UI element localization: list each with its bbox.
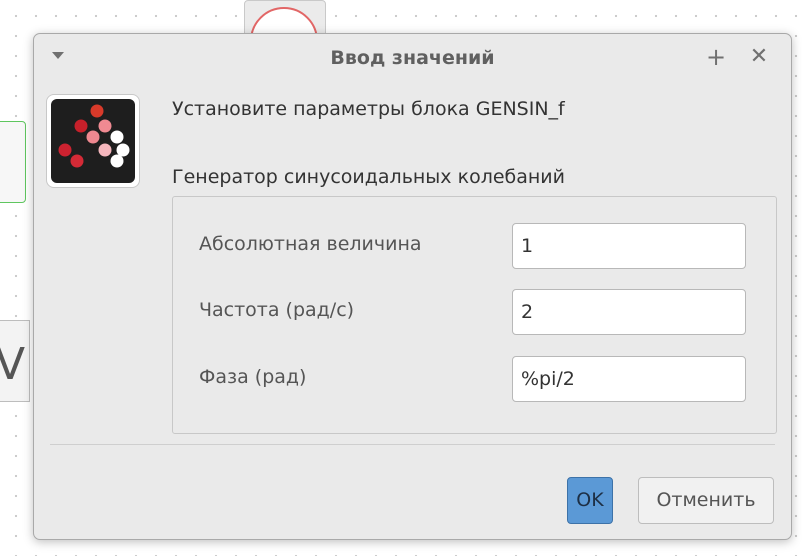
input-values-dialog: Ввод значений + ✕ Установите параметры б… [33,33,792,540]
block-description: Генератор синусоидальных колебаний [172,166,566,188]
sine-wave-icon: V [0,339,26,390]
parameters-group: Абсолютная величина Частота (рад/с) Фаза… [172,196,777,434]
phase-label: Фаза (рад) [199,366,307,388]
amplitude-label: Абсолютная величина [199,233,422,255]
amplitude-input[interactable] [512,223,746,269]
background-block-sine: V [0,320,30,402]
ok-button[interactable]: OK [567,477,613,524]
cancel-button[interactable]: Отменить [638,477,774,524]
maximize-icon[interactable]: + [703,44,729,70]
scilab-block-icon [46,94,140,188]
phase-input[interactable] [512,356,746,402]
close-icon[interactable]: ✕ [746,44,772,70]
button-separator [50,444,775,445]
block-parameters-header: Установите параметры блока GENSIN_f [172,98,565,120]
frequency-label: Частота (рад/с) [199,299,355,321]
dialog-titlebar[interactable]: Ввод значений + ✕ [34,34,791,82]
background-block-selected [0,121,26,203]
frequency-input[interactable] [512,289,746,335]
dialog-title: Ввод значений [330,47,495,69]
